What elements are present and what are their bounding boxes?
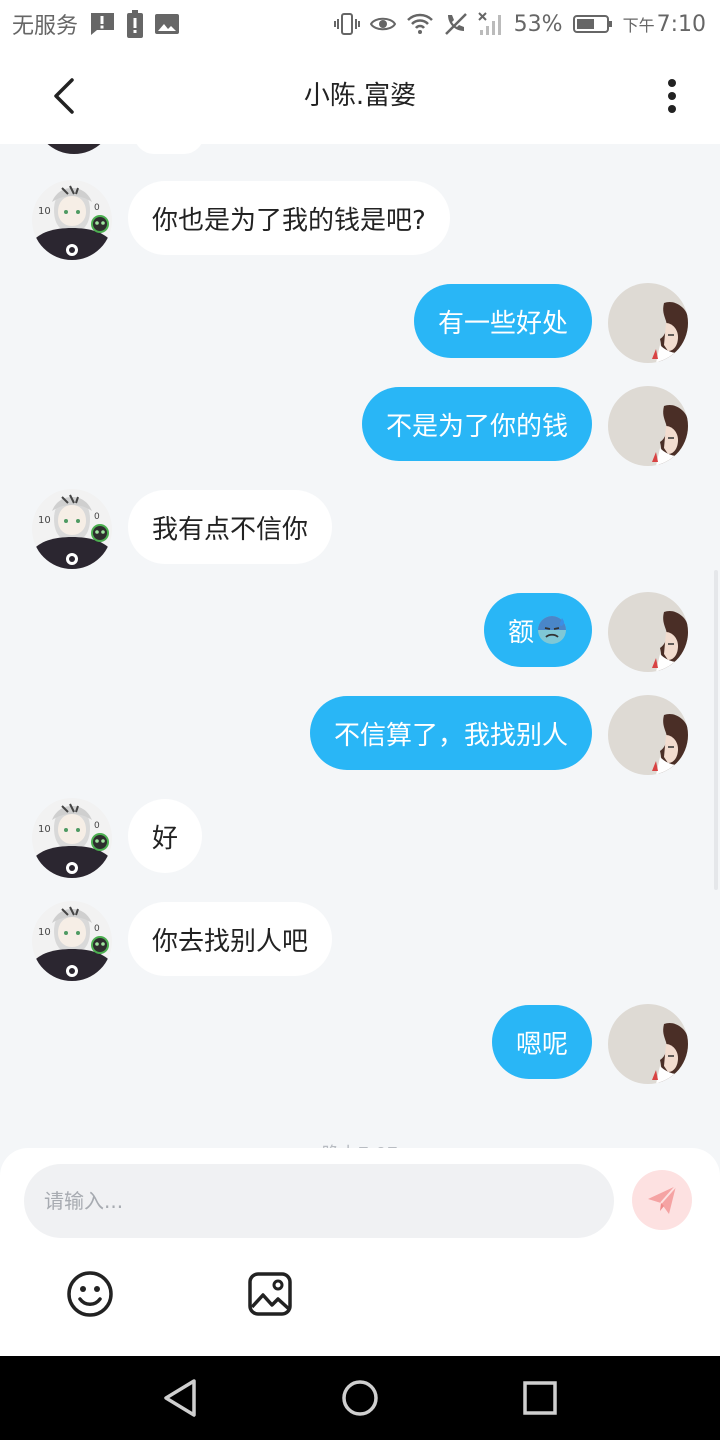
self-avatar[interactable] xyxy=(608,1004,688,1084)
battery-icon xyxy=(572,14,613,34)
message-alert-icon xyxy=(88,11,116,37)
title-bar: 小陈.富婆 xyxy=(0,48,720,144)
clock: 7:10 xyxy=(656,11,706,37)
message-text: 额 xyxy=(507,617,534,648)
wifi-icon xyxy=(406,13,434,35)
more-vertical-icon xyxy=(668,79,676,113)
message-text: 不信算了，我找别人 xyxy=(333,720,568,751)
message-bubble-outgoing[interactable]: 嗯呢 xyxy=(491,1005,592,1079)
sweat-smile-emoji-icon xyxy=(536,614,568,646)
chat-title: 小陈.富婆 xyxy=(303,81,417,111)
message-text: 我有点不信你 xyxy=(152,514,309,545)
nav-home-button[interactable] xyxy=(336,1374,384,1422)
message-bubble-incoming[interactable]: 好 xyxy=(128,799,203,873)
message-text: 你去找别人吧 xyxy=(152,926,309,957)
emoji-button[interactable] xyxy=(64,1268,116,1320)
message-timestamp: 晚上7:07 xyxy=(0,1140,720,1148)
avatar[interactable] xyxy=(34,144,114,154)
message-bubble-outgoing[interactable]: 不是为了你的钱 xyxy=(361,387,592,461)
triangle-back-icon xyxy=(164,1379,196,1417)
message-bubble-outgoing[interactable]: 额 xyxy=(483,593,592,667)
carrier-label: 无服务 xyxy=(12,14,79,39)
send-button[interactable] xyxy=(632,1170,692,1230)
message-bubble-incoming[interactable]: 我有点不信你 xyxy=(128,490,333,564)
more-options-button[interactable] xyxy=(648,72,696,120)
composer-panel xyxy=(0,1148,720,1356)
paper-plane-icon xyxy=(648,1185,677,1214)
smiley-icon xyxy=(67,1271,113,1317)
message-bubble-incoming[interactable]: 你也是为了我的钱是吧? xyxy=(128,181,450,255)
self-avatar[interactable] xyxy=(608,283,688,363)
status-bar: 无服务 53% 下午7:10 xyxy=(0,0,720,48)
contact-avatar[interactable] xyxy=(32,489,112,569)
message-bubble-partial xyxy=(134,144,204,154)
call-off-icon xyxy=(444,12,468,36)
nav-back-button[interactable] xyxy=(156,1374,204,1422)
battery-percent: 53% xyxy=(513,11,563,37)
message-bubble-incoming[interactable]: 你去找别人吧 xyxy=(128,902,333,976)
message-bubble-outgoing[interactable]: 不信算了，我找别人 xyxy=(309,696,592,770)
eye-icon xyxy=(369,14,396,34)
chat-area[interactable]: 你也是为了我的钱是吧? 有一些好处 不是为了你的钱 我有点不信你 额 不信算了，… xyxy=(0,144,720,1148)
self-avatar[interactable] xyxy=(608,386,688,466)
message-text: 你也是为了我的钱是吧? xyxy=(152,205,426,236)
message-bubble-outgoing[interactable]: 有一些好处 xyxy=(413,284,592,358)
contact-avatar[interactable] xyxy=(32,180,112,260)
message-input[interactable] xyxy=(24,1164,614,1238)
contact-avatar[interactable] xyxy=(32,798,112,878)
chevron-left-icon xyxy=(54,78,74,114)
message-text: 不是为了你的钱 xyxy=(385,411,568,442)
self-avatar[interactable] xyxy=(608,695,688,775)
no-signal-icon xyxy=(477,12,504,36)
circle-home-icon xyxy=(342,1380,378,1416)
self-avatar[interactable] xyxy=(608,592,688,672)
contact-avatar[interactable] xyxy=(32,901,112,981)
vibrate-icon xyxy=(333,12,360,36)
square-recents-icon xyxy=(523,1381,557,1415)
message-text: 嗯呢 xyxy=(515,1029,568,1060)
scrollbar[interactable] xyxy=(714,570,718,890)
image-icon xyxy=(248,1272,292,1316)
system-navigation-bar xyxy=(0,1356,720,1440)
message-text: 好 xyxy=(152,823,179,854)
nav-recents-button[interactable] xyxy=(516,1374,564,1422)
image-picker-button[interactable] xyxy=(244,1268,296,1320)
back-button[interactable] xyxy=(40,72,88,120)
message-text: 有一些好处 xyxy=(437,308,568,339)
battery-alert-icon xyxy=(126,10,144,38)
gallery-icon xyxy=(154,12,180,36)
time-prefix: 下午 xyxy=(622,15,655,35)
